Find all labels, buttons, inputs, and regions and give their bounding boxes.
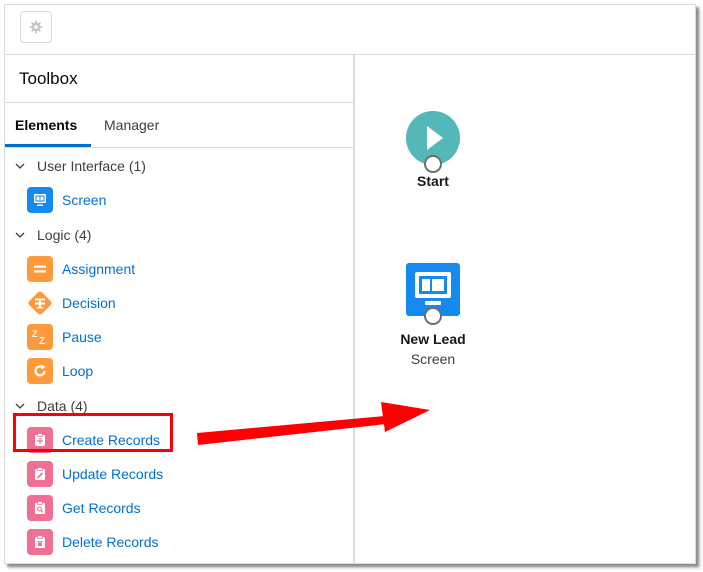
flow-canvas[interactable]: Start New Lead Screen [355,55,695,563]
element-label: Screen [62,192,107,208]
element-get-records[interactable]: Get Records [27,494,141,522]
toolbox-panel: Toolbox Elements Manager User Interface … [5,55,355,563]
gear-icon [29,20,43,34]
element-update-records[interactable]: Update Records [27,460,163,488]
svg-text:Z: Z [39,336,45,346]
group-label: Logic (4) [37,227,92,243]
element-label: Assignment [62,261,136,277]
screen-node-icon [406,263,460,325]
node-type-label: Screen [410,351,456,367]
assignment-icon [27,256,53,282]
toolbox-title: Toolbox [19,69,78,88]
node-label: New Lead [400,331,466,347]
new-lead-screen-node[interactable]: New Lead Screen [393,262,473,367]
element-decision[interactable]: Decision [27,289,116,317]
toolbox-tabs: Elements Manager [5,103,353,148]
create-records-highlight-box [13,413,173,452]
loop-icon [27,358,53,384]
element-label: Pause [62,329,102,345]
element-label: Update Records [62,466,164,482]
element-assignment[interactable]: Assignment [27,255,135,283]
tab-elements[interactable]: Elements [15,117,77,133]
node-label: Start [417,173,449,189]
element-pause[interactable]: ZZ Pause [27,323,102,351]
top-toolbar [5,5,695,55]
group-logic[interactable]: Logic (4) [15,227,91,243]
flow-builder-window: Toolbox Elements Manager User Interface … [4,4,696,564]
screen-icon [27,187,53,213]
element-label: Decision [62,295,116,311]
tab-manager[interactable]: Manager [104,117,159,133]
pause-icon: ZZ [27,324,53,350]
element-loop[interactable]: Loop [27,357,93,385]
group-data[interactable]: Data (4) [15,398,88,414]
start-icon [406,111,460,173]
update-records-icon [27,461,53,487]
chevron-down-icon [15,403,25,409]
start-node[interactable]: Start [403,110,463,189]
group-label: User Interface (1) [37,158,146,174]
element-label: Get Records [62,500,141,516]
element-label: Loop [62,363,94,379]
settings-button[interactable] [20,11,52,43]
active-tab-indicator [5,144,91,147]
group-user-interface[interactable]: User Interface (1) [15,158,146,174]
decision-icon [27,290,53,316]
get-records-icon [27,495,53,521]
element-screen[interactable]: Screen [27,186,106,214]
delete-records-icon [27,529,53,555]
chevron-down-icon [15,163,25,169]
element-delete-records[interactable]: Delete Records [27,528,159,556]
svg-text:Z: Z [32,329,38,339]
group-label: Data (4) [37,398,88,414]
element-label: Delete Records [62,534,159,550]
chevron-down-icon [15,232,25,238]
